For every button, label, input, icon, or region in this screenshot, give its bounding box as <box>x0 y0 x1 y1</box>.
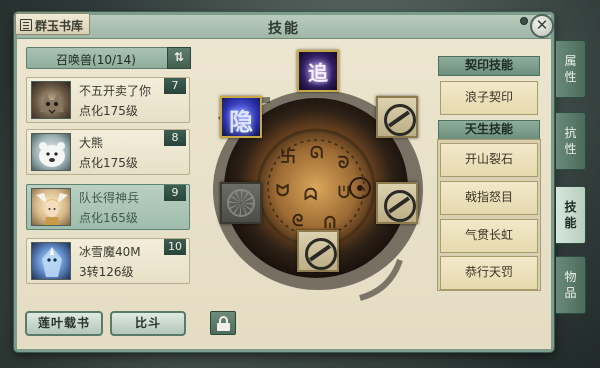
compare-button[interactable]: 比斗 <box>110 311 186 336</box>
svg-text:ᘏ: ᘏ <box>310 143 323 162</box>
tab-items[interactable]: 物品 <box>556 256 586 314</box>
close-button[interactable]: ✕ <box>530 14 554 38</box>
skill-slot-right-lower-empty[interactable] <box>376 182 418 224</box>
page-title: 技能 <box>268 21 300 37</box>
tab-items-label: 物品 <box>564 270 577 300</box>
tab-skills-label: 技能 <box>564 200 577 230</box>
svg-text:ᗢ: ᗢ <box>276 181 289 200</box>
book-icon <box>20 19 32 31</box>
pet-name: 不五开卖了你 <box>79 84 152 98</box>
pet-level: 点化175级 <box>79 156 138 170</box>
svg-text:卐: 卐 <box>280 147 296 166</box>
library-button[interactable]: 群玉书库 <box>15 13 91 35</box>
pet-portrait-wolf <box>31 81 71 119</box>
tab-skills[interactable]: 技能 <box>556 186 586 244</box>
pet-name: 大熊 <box>79 136 104 150</box>
sort-icon: ⇅ <box>173 50 185 64</box>
lock-button[interactable] <box>210 311 236 335</box>
pet-name: 队长得神兵 <box>79 191 140 205</box>
skill-wheel: 卐 ᘏ ᘐ ᗢ ᗣ ᕫ ᘓ ᕬ 追 隐 <box>200 40 435 310</box>
pet-level: 点化165级 <box>79 211 138 225</box>
pet-index-badge: 8 <box>164 130 186 146</box>
summon-list-title: 召唤兽(10/14) <box>56 53 136 67</box>
indicator-dot-icon <box>520 17 528 25</box>
tab-resistance-label: 抗性 <box>564 126 577 156</box>
panel-header: 技能 <box>17 15 551 39</box>
skill-slot-right-upper-empty[interactable] <box>376 96 418 138</box>
innate-skill-item[interactable]: 气贯长虹 <box>440 219 538 253</box>
summon-list-header: 召唤兽(10/14) ⇅ <box>26 47 191 69</box>
contract-skill-item[interactable]: 浪子契印 <box>440 81 538 115</box>
pet-portrait-bear <box>31 133 71 171</box>
svg-text:ᗣ: ᗣ <box>304 185 317 204</box>
stealth-skill-icon: 隐 <box>229 107 253 136</box>
pet-level: 3转126级 <box>79 265 134 279</box>
locked-rune-icon <box>227 189 255 217</box>
contract-skills-header: 契印技能 <box>438 56 540 76</box>
skill-slot-left-upper[interactable]: 隐 <box>220 96 262 138</box>
svg-text:ᘓ: ᘓ <box>292 211 303 230</box>
lotus-book-button[interactable]: 莲叶载书 <box>25 311 103 336</box>
innate-skills-header: 天生技能 <box>438 120 540 140</box>
pet-card[interactable]: 不五开卖了你 点化175级 7 <box>26 77 190 123</box>
innate-skill-item[interactable]: 恭行天罚 <box>440 256 538 290</box>
pet-card[interactable]: 冰雪魔40M 3转126级 10 <box>26 238 190 284</box>
library-label: 群玉书库 <box>35 18 84 33</box>
pet-name: 冰雪魔40M <box>79 245 141 259</box>
svg-text:ᕫ: ᕫ <box>338 183 350 202</box>
innate-skill-item[interactable]: 开山裂石 <box>440 143 538 177</box>
pet-portrait-warrior <box>31 188 71 226</box>
pet-level: 点化175级 <box>79 104 138 118</box>
pet-index-badge: 9 <box>164 185 186 201</box>
skill-slot-bottom-empty[interactable] <box>297 230 339 272</box>
tab-resistance[interactable]: 抗性 <box>556 112 586 170</box>
pet-index-badge: 7 <box>164 78 186 94</box>
hunt-skill-icon: 追 <box>308 61 328 85</box>
pet-index-badge: 10 <box>164 239 186 255</box>
close-icon: ✕ <box>535 16 549 34</box>
sort-button[interactable]: ⇅ <box>167 47 191 69</box>
innate-skill-item[interactable]: 戟指怒目 <box>440 181 538 215</box>
skill-slot-left-lower-locked[interactable] <box>220 182 262 224</box>
tab-attributes-label: 属性 <box>564 54 577 84</box>
pet-portrait-ice-demon <box>31 242 71 280</box>
tab-attributes[interactable]: 属性 <box>556 40 586 98</box>
pet-card-selected[interactable]: 队长得神兵 点化165级 9 <box>26 184 190 230</box>
pet-card[interactable]: 大熊 点化175级 8 <box>26 129 190 175</box>
svg-text:ᘐ: ᘐ <box>338 153 349 172</box>
skill-slot-top[interactable]: 追 <box>297 50 339 92</box>
